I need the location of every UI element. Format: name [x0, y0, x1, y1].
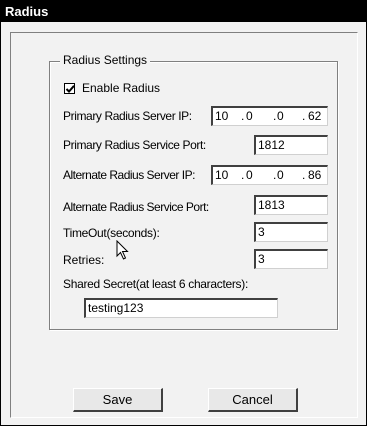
- primary-service-port-label: Primary Radius Service Port:: [63, 138, 206, 152]
- checkmark-icon: [65, 85, 75, 93]
- primary-ip-octet-4[interactable]: 62: [308, 108, 321, 125]
- alternate-ip-octet-3[interactable]: 0: [277, 167, 284, 184]
- primary-server-ip-field[interactable]: 10 . 0 . 0 . 62: [211, 106, 328, 126]
- alternate-ip-octet-1[interactable]: 10: [215, 167, 228, 184]
- primary-service-port-input[interactable]: 1812: [254, 135, 328, 155]
- alternate-service-port-input[interactable]: 1813: [254, 195, 328, 215]
- radius-settings-legend: Radius Settings: [60, 53, 151, 68]
- alternate-ip-dot: .: [273, 168, 277, 182]
- primary-ip-dot: .: [241, 109, 245, 123]
- primary-ip-dot: .: [273, 109, 277, 123]
- primary-ip-dot: .: [302, 109, 306, 123]
- alternate-ip-dot: .: [302, 168, 306, 182]
- primary-server-ip-label: Primary Radius Server IP:: [63, 109, 192, 123]
- enable-radius-checkbox[interactable]: [64, 83, 75, 94]
- save-button[interactable]: Save: [73, 388, 163, 412]
- alternate-ip-octet-2[interactable]: 0: [246, 167, 253, 184]
- primary-ip-octet-3[interactable]: 0: [277, 108, 284, 125]
- primary-ip-octet-1[interactable]: 10: [215, 108, 228, 125]
- alternate-ip-dot: .: [241, 168, 245, 182]
- retries-input[interactable]: 3: [254, 249, 328, 269]
- retries-label: Retries:: [63, 253, 105, 267]
- shared-secret-input[interactable]: testing123: [84, 298, 278, 318]
- cancel-button[interactable]: Cancel: [208, 388, 298, 412]
- alternate-service-port-label: Alternate Radius Service Port:: [63, 200, 209, 214]
- alternate-ip-octet-4[interactable]: 86: [308, 167, 321, 184]
- enable-radius-label: Enable Radius: [82, 81, 161, 95]
- alternate-server-ip-field[interactable]: 10 . 0 . 0 . 86: [211, 165, 328, 185]
- timeout-label: TimeOut(seconds):: [63, 226, 160, 240]
- alternate-server-ip-label: Alternate Radius Server IP:: [63, 168, 195, 182]
- mouse-pointer-icon: [116, 240, 129, 260]
- window-title: Radius: [1, 1, 366, 22]
- primary-ip-octet-2[interactable]: 0: [246, 108, 253, 125]
- shared-secret-label: Shared Secret(at least 6 characters):: [63, 277, 248, 291]
- timeout-input[interactable]: 3: [254, 222, 328, 242]
